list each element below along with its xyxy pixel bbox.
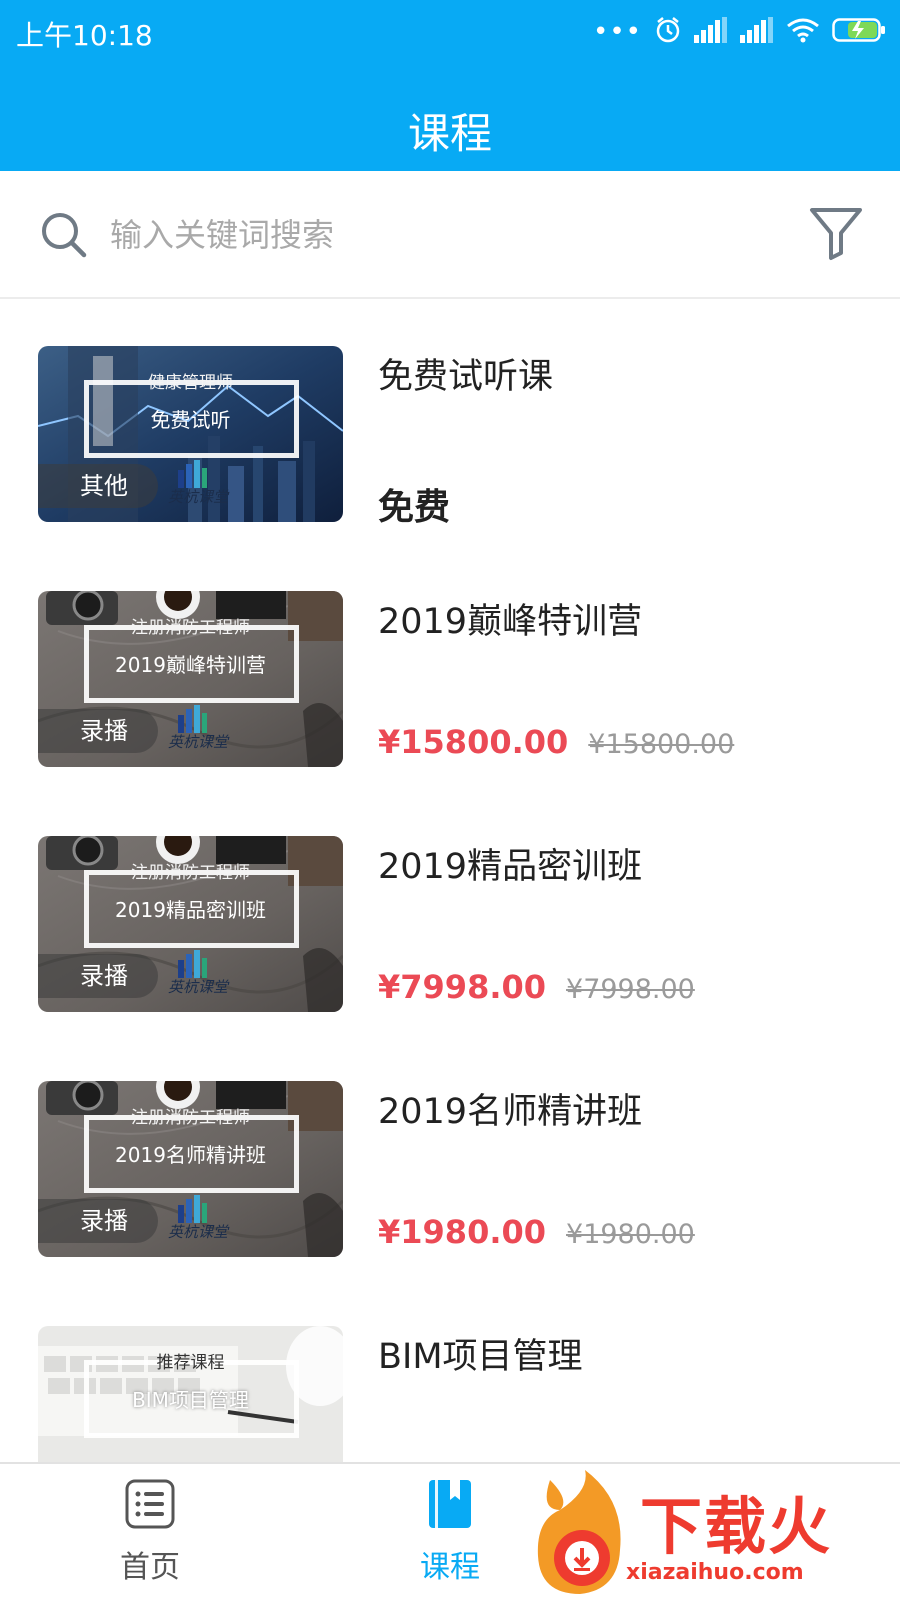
course-thumbnail: 注册消防工程师 2019精品密训班 录播 英杭课堂: [38, 836, 343, 1012]
tab-course-label: 课程: [420, 1550, 480, 1585]
brand-logo-text: 英杭课堂: [168, 1223, 229, 1241]
course-thumbnail: 推荐课程 BIM项目管理: [38, 1326, 343, 1462]
search-bar: [0, 171, 900, 299]
course-item-bim[interactable]: 推荐课程 BIM项目管理 BIM项目管理: [0, 1274, 900, 1462]
thumbnail-category: 注册消防工程师: [131, 618, 250, 638]
course-original-price: ¥15800.00: [588, 729, 735, 760]
course-title: 2019精品密训班: [378, 847, 643, 887]
course-original-price: ¥1980.00: [566, 1219, 695, 1250]
course-title: BIM项目管理: [378, 1337, 583, 1377]
course-original-price: ¥7998.00: [566, 974, 695, 1005]
course-type-badge: 其他: [38, 464, 158, 508]
brand-logo-text: 英杭课堂: [168, 488, 229, 506]
course-item-free-trial[interactable]: 健康管理师 免费试听 其他 英杭课堂 免费试听课 免费: [0, 300, 900, 528]
tab-home[interactable]: 首页: [70, 1478, 230, 1596]
signal-icon: [694, 17, 728, 47]
course-list: 健康管理师 免费试听 其他 英杭课堂 免费试听课 免费 注册消防工程师 2019…: [0, 300, 900, 1462]
brand-logo-icon: [178, 705, 207, 733]
status-time: 上午10:18: [16, 19, 153, 52]
thumbnail-title: 2019巅峰特训营: [115, 653, 266, 677]
price-row: ¥1980.00 ¥1980.00: [378, 1213, 695, 1251]
list-icon: [125, 1479, 175, 1529]
brand-logo-icon: [178, 950, 207, 978]
tab-course[interactable]: 课程: [370, 1478, 530, 1596]
watermark-flame-logo-icon: [537, 1470, 621, 1594]
status-icons: •••: [593, 16, 886, 48]
thumbnail-category: 注册消防工程师: [131, 863, 250, 883]
brand-logo-icon: [178, 460, 207, 488]
course-price: ¥1980.00: [378, 1213, 547, 1251]
price-row: ¥7998.00 ¥7998.00: [378, 968, 695, 1006]
app-header: 上午10:18 ••• 课程: [0, 0, 900, 171]
watermark: 下载火 xiazaihuo.com: [530, 1470, 900, 1600]
price-row: ¥15800.00 ¥15800.00: [378, 723, 734, 761]
search-icon[interactable]: [40, 211, 88, 259]
wifi-icon: [786, 17, 820, 47]
brand-logo-icon: [178, 1195, 207, 1223]
course-price: ¥7998.00: [378, 968, 547, 1006]
watermark-text: 下载火: [640, 1490, 833, 1563]
course-price: 免费: [378, 487, 451, 528]
page-title: 课程: [407, 109, 492, 158]
course-type-badge: 录播: [38, 709, 158, 753]
thumbnail-category: 注册消防工程师: [131, 1108, 250, 1128]
alarm-icon: [654, 16, 682, 48]
brand-logo-text: 英杭课堂: [168, 978, 229, 996]
course-item-master-class[interactable]: 注册消防工程师 2019名师精讲班 录播 英杭课堂 2019名师精讲班 ¥198…: [0, 1029, 900, 1257]
battery-charging-icon: [832, 17, 886, 47]
filter-icon[interactable]: [808, 205, 864, 261]
course-title: 2019名师精讲班: [378, 1092, 643, 1132]
brand-logo-text: 英杭课堂: [168, 733, 229, 751]
thumbnail-title: 免费试听: [150, 408, 231, 432]
signal-icon: [740, 17, 774, 47]
course-title: 免费试听课: [378, 357, 554, 397]
course-item-peak-camp[interactable]: 注册消防工程师 2019巅峰特训营 录播 英杭课堂 2019巅峰特训营 ¥158…: [0, 539, 900, 767]
course-price: ¥15800.00: [378, 723, 569, 761]
status-bar: 上午10:18 •••: [0, 0, 900, 62]
thumbnail-category: 推荐课程: [156, 1353, 225, 1373]
bookmark-book-icon: [429, 1480, 471, 1528]
thumbnail-category: 健康管理师: [148, 373, 233, 393]
tab-home-label: 首页: [120, 1550, 180, 1585]
more-dots-icon: •••: [592, 17, 642, 47]
course-thumbnail: 健康管理师 免费试听 其他 英杭课堂: [38, 346, 343, 522]
price-row: 免费: [378, 478, 450, 530]
course-thumbnail: 注册消防工程师 2019名师精讲班 录播 英杭课堂: [38, 1081, 343, 1257]
course-type-badge: 录播: [38, 954, 158, 998]
search-input[interactable]: [110, 207, 770, 263]
thumbnail-title: BIM项目管理: [132, 1388, 249, 1412]
thumbnail-title: 2019精品密训班: [115, 898, 266, 922]
course-thumbnail: 注册消防工程师 2019巅峰特训营 录播 英杭课堂: [38, 591, 343, 767]
thumbnail-title: 2019名师精讲班: [115, 1143, 266, 1167]
course-item-premium-class[interactable]: 注册消防工程师 2019精品密训班 录播 英杭课堂 2019精品密训班 ¥799…: [0, 784, 900, 1012]
course-title: 2019巅峰特训营: [378, 602, 643, 642]
watermark-url: xiazaihuo.com: [626, 1560, 804, 1585]
course-type-badge: 录播: [38, 1199, 158, 1243]
